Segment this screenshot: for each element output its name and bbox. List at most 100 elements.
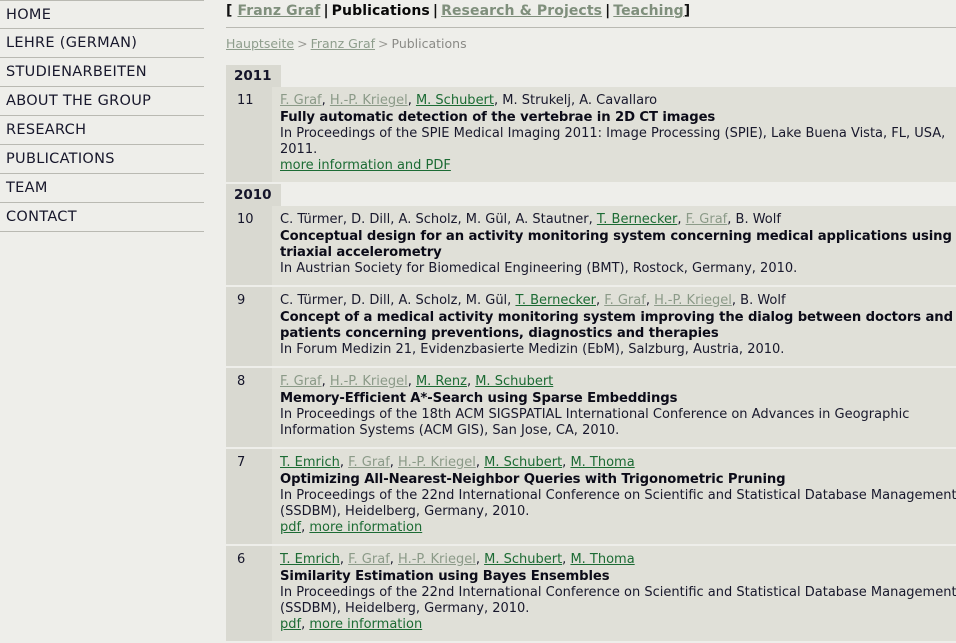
author-link-t-emrich[interactable]: T. Emrich — [280, 455, 340, 470]
breadcrumb-item-franz-graf[interactable]: Franz Graf — [311, 36, 375, 51]
author-separator: , — [342, 212, 352, 227]
entry-body: F. Graf, H.-P. Kriegel, M. Schubert, M. … — [272, 87, 956, 182]
year-label: 2010 — [226, 184, 281, 206]
author-separator: , — [321, 93, 330, 108]
author-c-t-rmer: C. Türmer — [280, 212, 343, 227]
sidebar-item-team[interactable]: TEAM — [0, 174, 204, 203]
main-content: [ Franz Graf | Publications | Research & Pro… — [210, 0, 956, 643]
author-separator: , — [390, 293, 399, 308]
sidebar-item-research[interactable]: RESEARCH — [0, 116, 204, 145]
author-link-f-graf[interactable]: F. Graf — [604, 293, 646, 308]
top-nav: [ Franz Graf | Publications | Research & Pro… — [218, 0, 956, 19]
author-separator: , — [570, 93, 580, 108]
resource-link-pdf[interactable]: pdf — [280, 617, 301, 632]
publication-entry: 8 F. Graf, H.-P. Kriegel, M. Renz, M. Sch… — [226, 368, 956, 449]
top-nav-item-research-projects[interactable]: Research & Projects — [441, 3, 602, 19]
sidebar-item-publications[interactable]: PUBLICATIONS — [0, 145, 204, 174]
sidebar-item-home[interactable]: HOME — [0, 0, 204, 29]
author-link-m-renz[interactable]: M. Renz — [416, 374, 467, 389]
author-link-t-emrich[interactable]: T. Emrich — [280, 552, 340, 567]
author-separator: , — [588, 212, 597, 227]
entry-body: C. Türmer, D. Dill, A. Scholz, M. Gül, A… — [272, 206, 956, 285]
publication-entry: 6 T. Emrich, F. Graf, H.-P. Kriegel, M. S… — [226, 546, 956, 643]
publication-venue: In Proceedings of the 18th ACM SIGSPATIA… — [280, 407, 910, 438]
author-link-f-graf[interactable]: F. Graf — [348, 455, 390, 470]
author-separator: , — [390, 212, 399, 227]
author-a-scholz: A. Scholz — [398, 212, 458, 227]
entry-body: C. Türmer, D. Dill, A. Scholz, M. Gül, T… — [272, 287, 956, 366]
sidebar-item-lehre-german[interactable]: LEHRE (GERMAN) — [0, 29, 204, 58]
author-separator: , — [389, 455, 399, 470]
author-separator: , — [475, 455, 485, 470]
sidebar-item-studienarbeiten[interactable]: STUDIENARBEITEN — [0, 58, 204, 87]
publication-entry: 10 C. Türmer, D. Dill, A. Scholz, M. Gül,… — [226, 206, 956, 287]
author-d-dill: D. Dill — [351, 293, 391, 308]
author-separator: , — [475, 552, 485, 567]
author-link-h-p-kriegel[interactable]: H.-P. Kriegel — [654, 293, 732, 308]
top-nav-item-franz-graf[interactable]: Franz Graf — [237, 3, 320, 19]
resource-links: more information and PDF — [280, 158, 956, 174]
top-nav-item-publications: Publications — [331, 3, 430, 19]
sidebar-item-about-the-group[interactable]: ABOUT THE GROUP — [0, 87, 204, 116]
author-link-t-bernecker[interactable]: T. Bernecker — [597, 212, 678, 227]
publication-title: Conceptual design for an activity monito… — [280, 229, 952, 260]
top-nav-close-bracket: ] — [683, 3, 691, 19]
year-header-row: 2011 — [226, 65, 956, 87]
author-list: F. Graf, H.-P. Kriegel, M. Schubert, M. … — [280, 93, 956, 109]
author-a-scholz: A. Scholz — [398, 293, 458, 308]
entry-number: 10 — [226, 206, 272, 285]
publication-title: Similarity Estimation using Bayes Ensemb… — [280, 569, 610, 584]
author-separator: , — [389, 552, 399, 567]
author-m-strukelj: M. Strukelj — [502, 93, 571, 108]
entry-number: 9 — [226, 287, 272, 366]
author-link-h-p-kriegel[interactable]: H.-P. Kriegel — [398, 455, 476, 470]
breadcrumb-item-hauptseite[interactable]: Hauptseite — [226, 36, 294, 51]
resource-link-more-information-and-pdf[interactable]: more information and PDF — [280, 158, 451, 173]
author-separator: , — [677, 212, 686, 227]
author-separator: , — [727, 212, 736, 227]
author-link-m-schubert[interactable]: M. Schubert — [484, 455, 562, 470]
author-separator: , — [457, 293, 466, 308]
author-m-g-l: M. Gül — [465, 212, 508, 227]
author-link-m-schubert[interactable]: M. Schubert — [484, 552, 562, 567]
author-a-cavallaro: A. Cavallaro — [579, 93, 658, 108]
resource-link-pdf[interactable]: pdf — [280, 520, 301, 535]
breadcrumb-item-publications: Publications — [391, 36, 467, 51]
author-separator: , — [339, 552, 349, 567]
author-link-m-thoma[interactable]: M. Thoma — [570, 455, 634, 470]
publication-venue: In Proceedings of the SPIE Medical Imagi… — [280, 126, 946, 157]
author-b-wolf: B. Wolf — [740, 293, 786, 308]
entry-number: 11 — [226, 87, 272, 182]
author-separator: , — [339, 455, 349, 470]
publications-table: 2011 11 F. Graf, H.-P. Kriegel, M. Schuber… — [226, 65, 956, 643]
resource-link-more-information[interactable]: more information — [309, 520, 422, 535]
publication-title: Concept of a medical activity monitoring… — [280, 310, 953, 341]
author-list: T. Emrich, F. Graf, H.-P. Kriegel, M. Sc… — [280, 455, 956, 471]
author-m-g-l: M. Gül — [465, 293, 508, 308]
author-link-h-p-kriegel[interactable]: H.-P. Kriegel — [330, 93, 408, 108]
author-separator: , — [407, 374, 416, 389]
author-link-f-graf[interactable]: F. Graf — [348, 552, 390, 567]
author-link-f-graf[interactable]: F. Graf — [280, 93, 322, 108]
author-link-m-thoma[interactable]: M. Thoma — [570, 552, 634, 567]
top-nav-item-teaching[interactable]: Teaching — [613, 3, 684, 19]
top-nav-open-bracket: [ — [226, 3, 238, 19]
top-nav-separator: | — [605, 3, 611, 19]
author-link-h-p-kriegel[interactable]: H.-P. Kriegel — [330, 374, 408, 389]
author-b-wolf: B. Wolf — [735, 212, 781, 227]
author-link-h-p-kriegel[interactable]: H.-P. Kriegel — [398, 552, 476, 567]
author-link-f-graf[interactable]: F. Graf — [280, 374, 322, 389]
author-link-f-graf[interactable]: F. Graf — [686, 212, 728, 227]
author-link-m-schubert[interactable]: M. Schubert — [416, 93, 494, 108]
resource-links: pdf, more information — [280, 617, 956, 633]
publication-venue: In Proceedings of the 22nd International… — [280, 488, 956, 519]
sidebar-item-contact[interactable]: CONTACT — [0, 203, 204, 232]
year-header-row: 2010 — [226, 184, 956, 206]
author-separator: , — [407, 93, 416, 108]
resource-link-more-information[interactable]: more information — [309, 617, 422, 632]
publication-venue: In Proceedings of the 22nd International… — [280, 585, 956, 616]
author-separator: , — [457, 212, 466, 227]
author-link-t-bernecker[interactable]: T. Bernecker — [515, 293, 596, 308]
author-link-m-schubert[interactable]: M. Schubert — [475, 374, 553, 389]
resource-links: pdf, more information — [280, 520, 956, 536]
